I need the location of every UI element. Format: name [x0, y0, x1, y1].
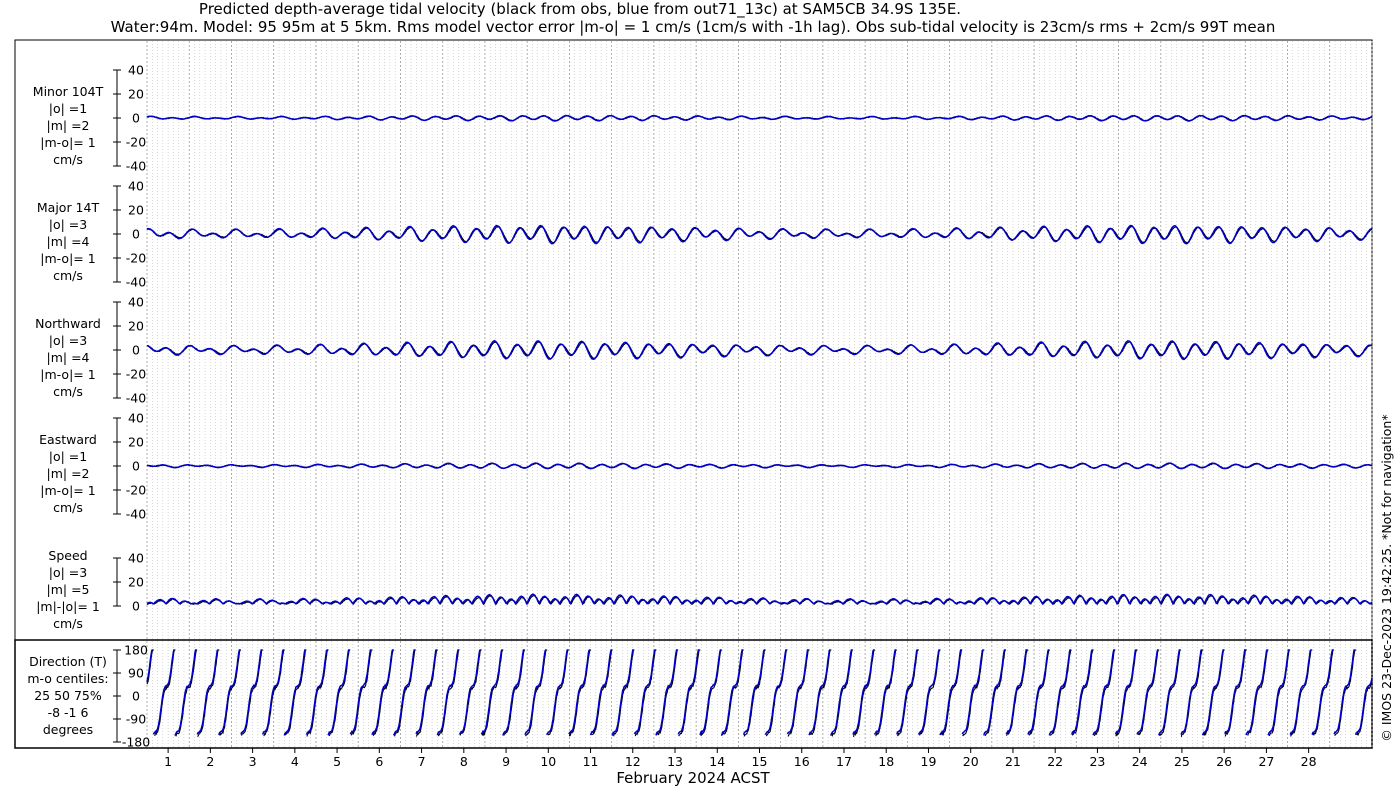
panel-label-direction: m-o centiles:	[27, 671, 108, 686]
x-tick-label: 22	[1047, 754, 1063, 769]
panel-label-direction: -8 -1 6	[48, 705, 89, 720]
y-tick-label: -180	[122, 735, 150, 750]
x-tick-label: 24	[1132, 754, 1148, 769]
y-tick-label: 90	[128, 666, 144, 681]
panel-label-northward: |o| =3	[49, 333, 87, 348]
panel-label-speed: cm/s	[53, 616, 83, 631]
x-tick-label: 3	[249, 754, 257, 769]
copyright-note: © IMOS 23-Dec-2023 19:42:25. *Not for na…	[1379, 414, 1394, 741]
y-tick-label: 20	[128, 203, 144, 218]
x-tick-label: 16	[794, 754, 810, 769]
y-tick-label: 20	[128, 575, 144, 590]
panel-label-eastward: Eastward	[39, 432, 97, 447]
x-tick-label: 12	[625, 754, 641, 769]
panel-label-major: cm/s	[53, 268, 83, 283]
y-tick-label: 40	[128, 179, 144, 194]
panel-label-northward: |m-o|= 1	[40, 367, 95, 382]
y-tick-label: -20	[126, 483, 146, 498]
y-tick-label: 180	[124, 643, 148, 658]
series-obs-major	[146, 225, 1373, 244]
y-tick-label: 20	[128, 319, 144, 334]
tidal-velocity-chart: 40200-20-40Minor 104T|o| =1|m| =2|m-o|= …	[14, 39, 1394, 787]
x-tick-label: 14	[709, 754, 725, 769]
panel-label-direction: degrees	[43, 722, 93, 737]
panel-label-minor: |m| =2	[47, 118, 90, 133]
panel-label-northward: |m| =4	[47, 350, 90, 365]
x-tick-label: 8	[460, 754, 468, 769]
panel-label-eastward: |o| =1	[49, 449, 87, 464]
y-tick-label: 0	[132, 689, 140, 704]
x-tick-label: 19	[921, 754, 937, 769]
y-tick-label: -20	[126, 367, 146, 382]
panel-label-eastward: cm/s	[53, 500, 83, 515]
x-tick-label: 1	[164, 754, 172, 769]
x-tick-label: 25	[1174, 754, 1190, 769]
y-tick-label: -90	[126, 712, 146, 727]
y-tick-label: 0	[132, 343, 140, 358]
x-tick-label: 4	[291, 754, 299, 769]
upper-panel-frame	[14, 39, 1373, 641]
y-tick-label: -40	[126, 507, 146, 522]
panel-label-direction: 25 50 75%	[34, 688, 102, 703]
x-tick-label: 11	[583, 754, 599, 769]
panel-label-direction: Direction (T)	[29, 654, 107, 669]
y-tick-label: 20	[128, 87, 144, 102]
y-tick-label: 40	[128, 295, 144, 310]
y-tick-label: 40	[128, 551, 144, 566]
x-tick-label: 26	[1216, 754, 1232, 769]
panel-label-major: Major 14T	[37, 200, 100, 215]
y-tick-label: 0	[132, 459, 140, 474]
y-tick-label: 0	[132, 227, 140, 242]
panel-label-minor: |m-o|= 1	[40, 135, 95, 150]
panel-label-minor: cm/s	[53, 152, 83, 167]
x-tick-label: 10	[540, 754, 556, 769]
y-tick-label: 20	[128, 435, 144, 450]
x-tick-label: 28	[1301, 754, 1317, 769]
panel-label-speed: |o| =3	[49, 565, 87, 580]
y-tick-label: -20	[126, 135, 146, 150]
x-tick-label: 9	[502, 754, 510, 769]
series-obs-direction	[146, 649, 1373, 738]
y-tick-label: 40	[128, 411, 144, 426]
y-tick-label: -20	[126, 251, 146, 266]
x-tick-label: 2	[206, 754, 214, 769]
panel-label-minor: |o| =1	[49, 101, 87, 116]
x-tick-label: 20	[963, 754, 979, 769]
x-tick-label: 27	[1258, 754, 1274, 769]
panel-label-eastward: |m-o|= 1	[40, 483, 95, 498]
panel-label-major: |o| =3	[49, 217, 87, 232]
x-axis-label: February 2024 ACST	[616, 769, 770, 787]
x-tick-label: 18	[878, 754, 894, 769]
x-tick-label: 5	[333, 754, 341, 769]
panel-label-eastward: |m| =2	[47, 466, 90, 481]
x-tick-label: 21	[1005, 754, 1021, 769]
panel-label-major: |m-o|= 1	[40, 251, 95, 266]
y-tick-label: 0	[132, 599, 140, 614]
x-tick-label: 17	[836, 754, 852, 769]
panel-label-major: |m| =4	[47, 234, 90, 249]
y-tick-label: -40	[126, 391, 146, 406]
y-tick-label: -40	[126, 159, 146, 174]
y-tick-label: -40	[126, 275, 146, 290]
x-tick-label: 15	[752, 754, 768, 769]
y-tick-label: 40	[128, 63, 144, 78]
y-tick-label: 0	[132, 111, 140, 126]
panel-label-speed: |m|-|o|= 1	[36, 599, 100, 614]
panel-label-speed: Speed	[48, 548, 87, 563]
panel-label-speed: |m| =5	[47, 582, 90, 597]
panel-label-minor: Minor 104T	[33, 84, 104, 99]
x-tick-label: 23	[1089, 754, 1105, 769]
x-tick-label: 6	[375, 754, 383, 769]
x-tick-label: 13	[667, 754, 683, 769]
panel-label-northward: Northward	[35, 316, 101, 331]
panel-label-northward: cm/s	[53, 384, 83, 399]
x-tick-label: 7	[418, 754, 426, 769]
